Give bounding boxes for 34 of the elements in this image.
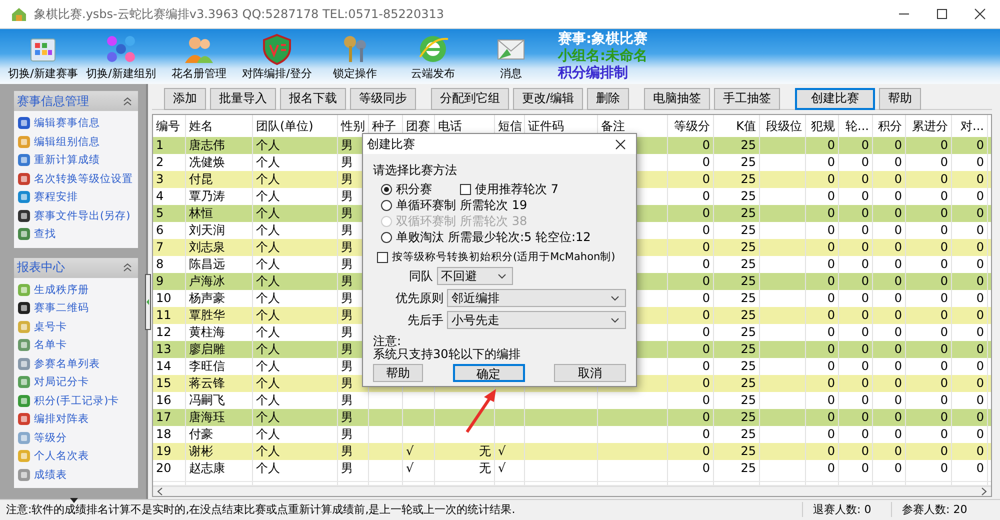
table-cell: 20 xyxy=(153,460,186,478)
table-cell: √ xyxy=(403,460,435,478)
table-cell: 0 xyxy=(806,460,839,478)
method-detail: 所需轮次 38 xyxy=(460,212,528,230)
field-label: 先后手 xyxy=(406,312,444,328)
table-cell: 男 xyxy=(338,460,369,478)
table-cell: 赵志康 xyxy=(186,460,253,478)
table-cell: √ xyxy=(495,460,525,478)
table-cell: 0 xyxy=(952,460,988,478)
table-cell: 无 xyxy=(435,460,495,478)
pairing-system: 积分编排制 xyxy=(558,65,629,82)
field-label: 优先原则 xyxy=(394,290,444,306)
group-name: 小组名:未命名 xyxy=(558,48,648,65)
event-name: 赛事:象棋比赛 xyxy=(558,31,648,48)
field-label: 同队 xyxy=(408,268,433,284)
note-text: 系统只支持30轮以下的编排 xyxy=(373,348,522,361)
method-detail: 所需最少轮次:5 轮空位:12 xyxy=(448,228,591,246)
withdrawn-count: 退赛人数: 0 xyxy=(802,502,891,516)
panel-title: 赛事信息管理 xyxy=(17,92,89,110)
method-detail: 所需轮次 19 xyxy=(460,196,528,214)
radio-button: 双循环赛制 xyxy=(381,213,456,229)
table-cell: 0 xyxy=(906,460,952,478)
participant-count: 参赛人数: 20 xyxy=(891,502,980,516)
note-text: 注意: xyxy=(373,335,402,348)
window-title: 象棋比赛.ysbs-云蛇比赛编排v3.3963 QQ:5287178 TEL:0571-85220313 xyxy=(34,6,446,22)
table-cell: 0 xyxy=(668,460,714,478)
table-cell: 个人 xyxy=(253,460,338,478)
prompt-text: 请选择比赛方法 xyxy=(373,162,458,179)
dialog-title: 创建比赛 xyxy=(367,136,415,152)
table-cell: 25 xyxy=(714,460,760,478)
status-message: 注意:软件的成绩排名计算不是实时的,在没点结束比赛或点重新计算成绩前,是上一轮或上一次的统计结果. xyxy=(5,502,516,516)
table-cell: 0 xyxy=(873,460,906,478)
panel-title: 报表中心 xyxy=(17,259,65,276)
table-cell: 0 xyxy=(839,460,873,478)
